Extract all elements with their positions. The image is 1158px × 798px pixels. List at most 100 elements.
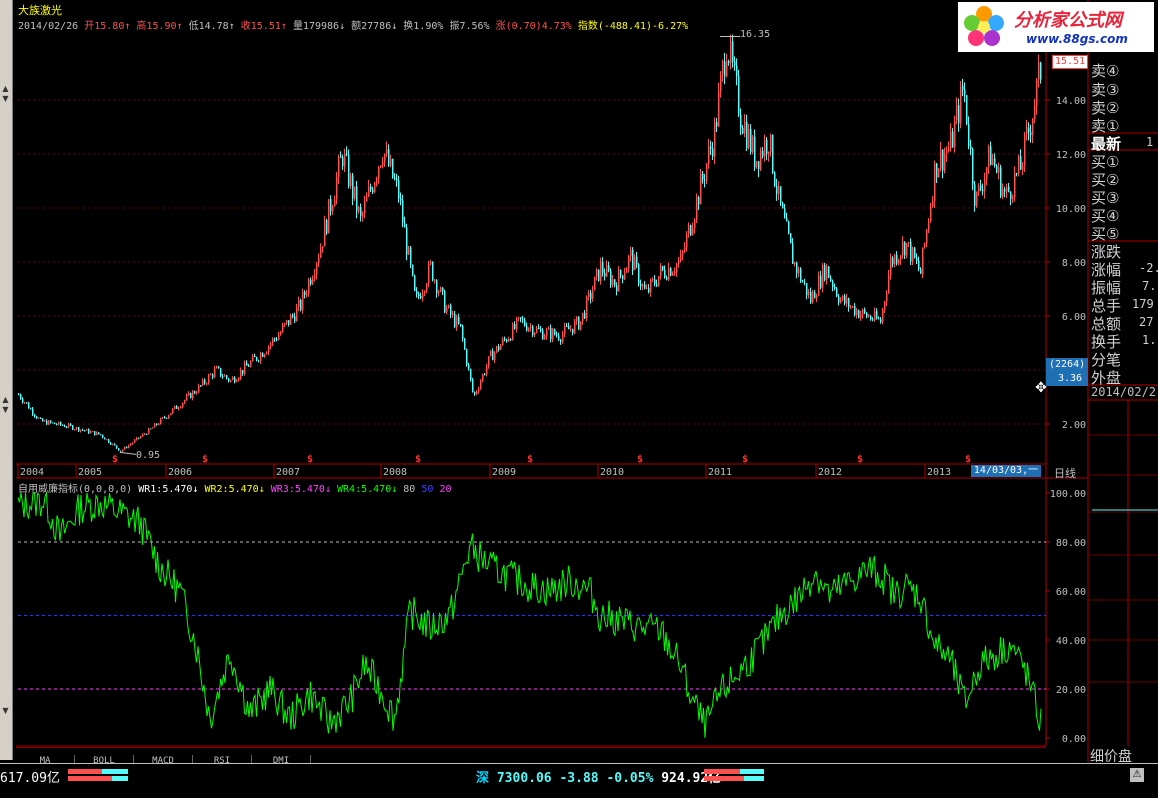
max-price-label: 16.35 xyxy=(740,29,771,40)
candle-body xyxy=(552,329,554,340)
candle-body xyxy=(330,199,332,212)
site-logo[interactable]: 分析家公式网 www.88gs.com xyxy=(958,2,1154,52)
candle-body xyxy=(680,254,682,262)
candle-body xyxy=(384,154,386,162)
candle-body xyxy=(438,291,440,294)
candle-body xyxy=(100,434,102,436)
candle-body xyxy=(586,296,588,319)
candle-body xyxy=(554,329,556,335)
candle-body xyxy=(790,233,792,244)
candle-body xyxy=(348,154,350,187)
sell-4-label: 卖④ xyxy=(1091,62,1120,80)
candle-body xyxy=(458,317,460,324)
quote-change-pct: 4.73% xyxy=(541,21,572,32)
candle-body xyxy=(496,346,498,353)
candle-body xyxy=(768,151,770,155)
candle-body xyxy=(1028,127,1030,133)
alert-icon[interactable]: ⚠ xyxy=(1130,768,1144,782)
candle-body xyxy=(338,156,340,178)
scroll-up-icon[interactable]: ▲ xyxy=(1,395,10,404)
candle-body xyxy=(494,352,496,361)
candle-body xyxy=(54,422,56,425)
candle-body xyxy=(240,369,242,378)
candle-body xyxy=(832,280,834,287)
quote-header: 2014/02/26 开15.80↑ 高15.90↑ 低14.78↑ 收15.5… xyxy=(18,21,689,32)
candle-body xyxy=(886,293,888,302)
candle-body xyxy=(576,316,578,322)
candle-body xyxy=(838,296,840,303)
candle-body xyxy=(398,180,400,199)
indicator-tick-label: 20.00 xyxy=(1056,685,1086,696)
scroll-down-icon[interactable]: ▼ xyxy=(1,405,10,414)
candle-body xyxy=(730,41,732,63)
candle-body xyxy=(70,423,72,426)
candle-body xyxy=(656,284,658,286)
candle-body xyxy=(280,332,282,335)
candle-body xyxy=(390,158,392,166)
scroll-up-icon[interactable]: ▲ xyxy=(1,84,10,93)
candle-body xyxy=(232,377,234,381)
candle-body xyxy=(688,225,690,235)
detail-label[interactable]: 细价盘 xyxy=(1090,746,1132,766)
candle-body xyxy=(1012,197,1014,200)
candle-body xyxy=(998,167,1000,173)
candle-body xyxy=(92,431,94,433)
stat-turnover-value: 1. xyxy=(1142,333,1157,347)
candle-body xyxy=(224,375,226,377)
crosshair-move-icon[interactable]: ✥ xyxy=(1033,380,1049,396)
candle-body xyxy=(980,185,982,190)
candle-body xyxy=(1014,172,1016,198)
candle-body xyxy=(474,391,476,395)
latest-value: 1 xyxy=(1146,135,1154,149)
candle-body xyxy=(322,246,324,249)
candle-body xyxy=(202,379,204,386)
candle-body xyxy=(196,392,198,394)
candle-body xyxy=(178,407,180,409)
candle-body xyxy=(558,335,560,340)
candle-body xyxy=(992,158,994,166)
candle-body xyxy=(1020,156,1022,170)
candle-body xyxy=(826,266,828,280)
candle-body xyxy=(780,186,782,203)
scroll-down-icon[interactable]: ▼ xyxy=(1,94,10,103)
quote-turnover: 1.90% xyxy=(413,21,444,32)
candle-body xyxy=(772,134,774,173)
candle-body xyxy=(706,163,708,181)
wr2-value: 5.470 xyxy=(228,484,259,495)
candle-body xyxy=(122,449,124,452)
candle-body xyxy=(802,281,804,283)
flower-logo-icon xyxy=(964,6,1004,46)
candle-body xyxy=(500,344,502,350)
candle-body xyxy=(26,402,28,404)
candle-body xyxy=(420,296,422,299)
period-label[interactable]: 日线 xyxy=(1054,465,1076,481)
candle-body xyxy=(906,243,908,256)
candle-body xyxy=(480,381,482,389)
price-tick-label: 14.00 xyxy=(1056,96,1086,107)
candle-body xyxy=(836,288,838,297)
candle-body xyxy=(572,328,574,334)
wr4-value: 5.470 xyxy=(361,484,392,495)
candle-body xyxy=(470,368,472,380)
market-change: -3.88 xyxy=(559,771,599,786)
candle-body xyxy=(532,326,534,336)
candle-body xyxy=(236,380,238,383)
left-scrollbar[interactable]: ▲ ▼ ▲ ▼ ▼ xyxy=(0,0,13,760)
candle-body xyxy=(842,295,844,300)
candle-body xyxy=(20,394,22,399)
signal-marker-icon: $ xyxy=(415,454,421,465)
price-tick-label: 6.00 xyxy=(1062,312,1086,323)
candle-body xyxy=(674,271,676,273)
candle-body xyxy=(896,254,898,264)
scroll-down-icon[interactable]: ▼ xyxy=(1,706,10,715)
candle-body xyxy=(888,274,890,294)
candle-body xyxy=(702,173,704,180)
candle-body xyxy=(460,323,462,326)
candle-body xyxy=(588,292,590,297)
candle-body xyxy=(1010,191,1012,200)
candle-body xyxy=(778,186,780,194)
candle-body xyxy=(652,279,654,281)
price-tick-label: 2.00 xyxy=(1062,420,1086,431)
candle-body xyxy=(952,131,954,148)
candle-body xyxy=(820,275,822,288)
